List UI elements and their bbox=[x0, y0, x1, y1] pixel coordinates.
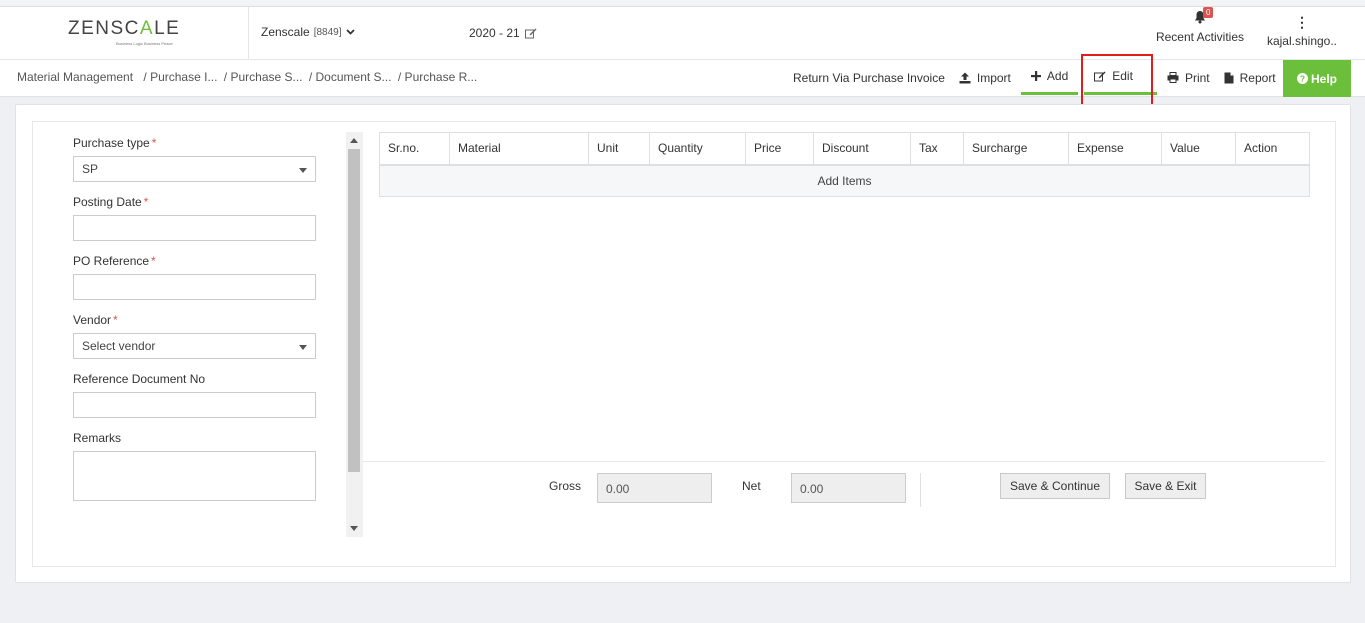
save-exit-button[interactable]: Save & Exit bbox=[1125, 473, 1206, 499]
save-continue-button[interactable]: Save & Continue bbox=[1000, 473, 1110, 499]
breadcrumb-item-purchase-setup[interactable]: / Purchase S... bbox=[224, 70, 303, 84]
print-button[interactable]: Print bbox=[1157, 60, 1220, 95]
purchase-type-label: Purchase type * bbox=[73, 136, 157, 150]
column-header-price: Price bbox=[745, 132, 814, 166]
remarks-label: Remarks bbox=[73, 431, 122, 445]
breadcrumb-item-purchase-invoice[interactable]: / Purchase I... bbox=[143, 70, 217, 84]
reference-document-label: Reference Document No bbox=[73, 372, 206, 386]
main-card: Purchase type * SP Posting Date * PO Refer… bbox=[15, 104, 1351, 583]
dropdown-caret-icon bbox=[299, 168, 307, 173]
plus-icon bbox=[1030, 71, 1041, 81]
breadcrumb-item-document-setup[interactable]: / Document S... bbox=[309, 70, 392, 84]
notification-badge: 0 bbox=[1203, 7, 1214, 18]
company-name: Zenscale bbox=[261, 25, 310, 39]
remarks-textarea[interactable] bbox=[73, 451, 316, 501]
toolbar: Return Via Purchase Invoice Import Add E… bbox=[793, 60, 1286, 97]
po-reference-label: PO Reference * bbox=[73, 254, 156, 268]
reference-document-input[interactable] bbox=[73, 392, 316, 418]
import-button[interactable]: Import bbox=[959, 60, 1021, 95]
question-circle-icon: ? bbox=[1296, 73, 1308, 84]
import-label: Import bbox=[976, 70, 1011, 85]
file-icon bbox=[1224, 72, 1234, 83]
fiscal-year-selector[interactable]: 2020 - 21 bbox=[469, 26, 537, 40]
items-table-header: Sr.no. Material Unit Quantity Price Disc… bbox=[379, 132, 1310, 166]
net-label: Net bbox=[742, 479, 761, 493]
reference-document-field: Reference Document No bbox=[73, 372, 317, 418]
top-header: ZENSCALE Business Logic Business Peace Z… bbox=[0, 0, 1365, 60]
vendor-select[interactable]: Select vendor bbox=[73, 333, 316, 359]
edit-icon bbox=[524, 28, 537, 38]
po-reference-input[interactable] bbox=[73, 274, 316, 300]
totals-separator bbox=[920, 473, 921, 507]
print-label: Print bbox=[1184, 70, 1210, 85]
vendor-label: Vendor * bbox=[73, 313, 118, 327]
column-header-value: Value bbox=[1161, 132, 1236, 166]
form-panel: Purchase type * SP Posting Date * PO Refer… bbox=[32, 121, 1336, 567]
remarks-field: Remarks bbox=[73, 431, 317, 501]
help-label: Help bbox=[1310, 71, 1337, 86]
logo-tagline: Business Logic Business Peace bbox=[116, 41, 173, 46]
column-header-quantity: Quantity bbox=[649, 132, 746, 166]
breadcrumb: Material Management / Purchase I... / Pu… bbox=[17, 70, 480, 84]
recent-activities[interactable]: 0 Recent Activities bbox=[1150, 7, 1250, 44]
add-label: Add bbox=[1046, 69, 1069, 83]
user-name: kajal.shingo.. bbox=[1266, 34, 1338, 48]
svg-text:?: ? bbox=[1300, 74, 1305, 84]
zenscale-logo[interactable]: ZENSCALE Business Logic Business Peace bbox=[68, 18, 198, 46]
add-items-row: Add Items bbox=[379, 164, 1310, 197]
scroll-thumb[interactable] bbox=[348, 149, 360, 472]
help-button[interactable]: ? Help bbox=[1283, 60, 1351, 97]
form-scrollbar[interactable] bbox=[346, 132, 363, 537]
posting-date-field: Posting Date * bbox=[73, 195, 317, 241]
items-table: Sr.no. Material Unit Quantity Price Disc… bbox=[379, 132, 1310, 197]
scroll-down-arrow-icon[interactable] bbox=[350, 526, 358, 531]
column-header-tax: Tax bbox=[910, 132, 964, 166]
kebab-menu-icon: ⋮ bbox=[1295, 14, 1309, 30]
user-menu[interactable]: ⋮ kajal.shingo.. bbox=[1262, 14, 1342, 48]
printer-icon bbox=[1167, 72, 1179, 83]
breadcrumb-item-material-management[interactable]: Material Management bbox=[17, 70, 133, 84]
posting-date-label: Posting Date * bbox=[73, 195, 149, 209]
logo-wordmark: ZENSCALE bbox=[68, 18, 181, 39]
edit-button[interactable]: Edit bbox=[1084, 60, 1157, 95]
purchase-type-field: Purchase type * SP bbox=[73, 136, 317, 182]
breadcrumb-item-purchase-return: / Purchase R... bbox=[397, 70, 478, 84]
edit-label: Edit bbox=[1112, 69, 1133, 83]
return-via-purchase-invoice-button[interactable]: Return Via Purchase Invoice bbox=[793, 60, 959, 95]
posting-date-input[interactable] bbox=[73, 215, 316, 241]
column-header-surcharge: Surcharge bbox=[963, 132, 1069, 166]
company-selector[interactable]: Zenscale [8849] bbox=[261, 25, 355, 39]
report-label: Report bbox=[1239, 70, 1276, 85]
net-value-field: 0.00 bbox=[791, 473, 906, 503]
report-button[interactable]: Report bbox=[1220, 60, 1286, 95]
bell-icon: 0 bbox=[1194, 7, 1214, 24]
column-header-expense: Expense bbox=[1068, 132, 1162, 166]
gross-value-field: 0.00 bbox=[597, 473, 712, 503]
column-header-material: Material bbox=[449, 132, 589, 166]
footer-divider bbox=[363, 461, 1325, 462]
chevron-down-icon bbox=[345, 29, 355, 35]
scroll-up-arrow-icon[interactable] bbox=[350, 138, 358, 143]
header-divider bbox=[248, 7, 249, 60]
column-header-action: Action bbox=[1235, 132, 1310, 166]
gross-label: Gross bbox=[549, 479, 582, 493]
fiscal-year-label: 2020 - 21 bbox=[469, 26, 520, 40]
return-via-purchase-invoice-label: Return Via Purchase Invoice bbox=[793, 70, 945, 85]
nav-bar: Material Management / Purchase I... / Pu… bbox=[0, 60, 1365, 97]
purchase-return-form: Purchase type * SP Posting Date * PO Refer… bbox=[73, 136, 317, 514]
company-code: [8849] bbox=[313, 26, 342, 38]
add-button[interactable]: Add bbox=[1020, 60, 1079, 95]
column-header-srno: Sr.no. bbox=[379, 132, 450, 166]
upload-icon bbox=[959, 72, 971, 83]
vendor-field: Vendor * Select vendor bbox=[73, 313, 317, 359]
purchase-type-select[interactable]: SP bbox=[73, 156, 316, 182]
top-strip bbox=[0, 0, 1365, 7]
dropdown-caret-icon bbox=[299, 345, 307, 350]
column-header-unit: Unit bbox=[588, 132, 650, 166]
recent-activities-label: Recent Activities bbox=[1155, 30, 1245, 44]
add-items-button[interactable]: Add Items bbox=[379, 164, 1310, 197]
po-reference-field: PO Reference * bbox=[73, 254, 317, 300]
column-header-discount: Discount bbox=[813, 132, 911, 166]
edit-icon bbox=[1094, 71, 1106, 81]
